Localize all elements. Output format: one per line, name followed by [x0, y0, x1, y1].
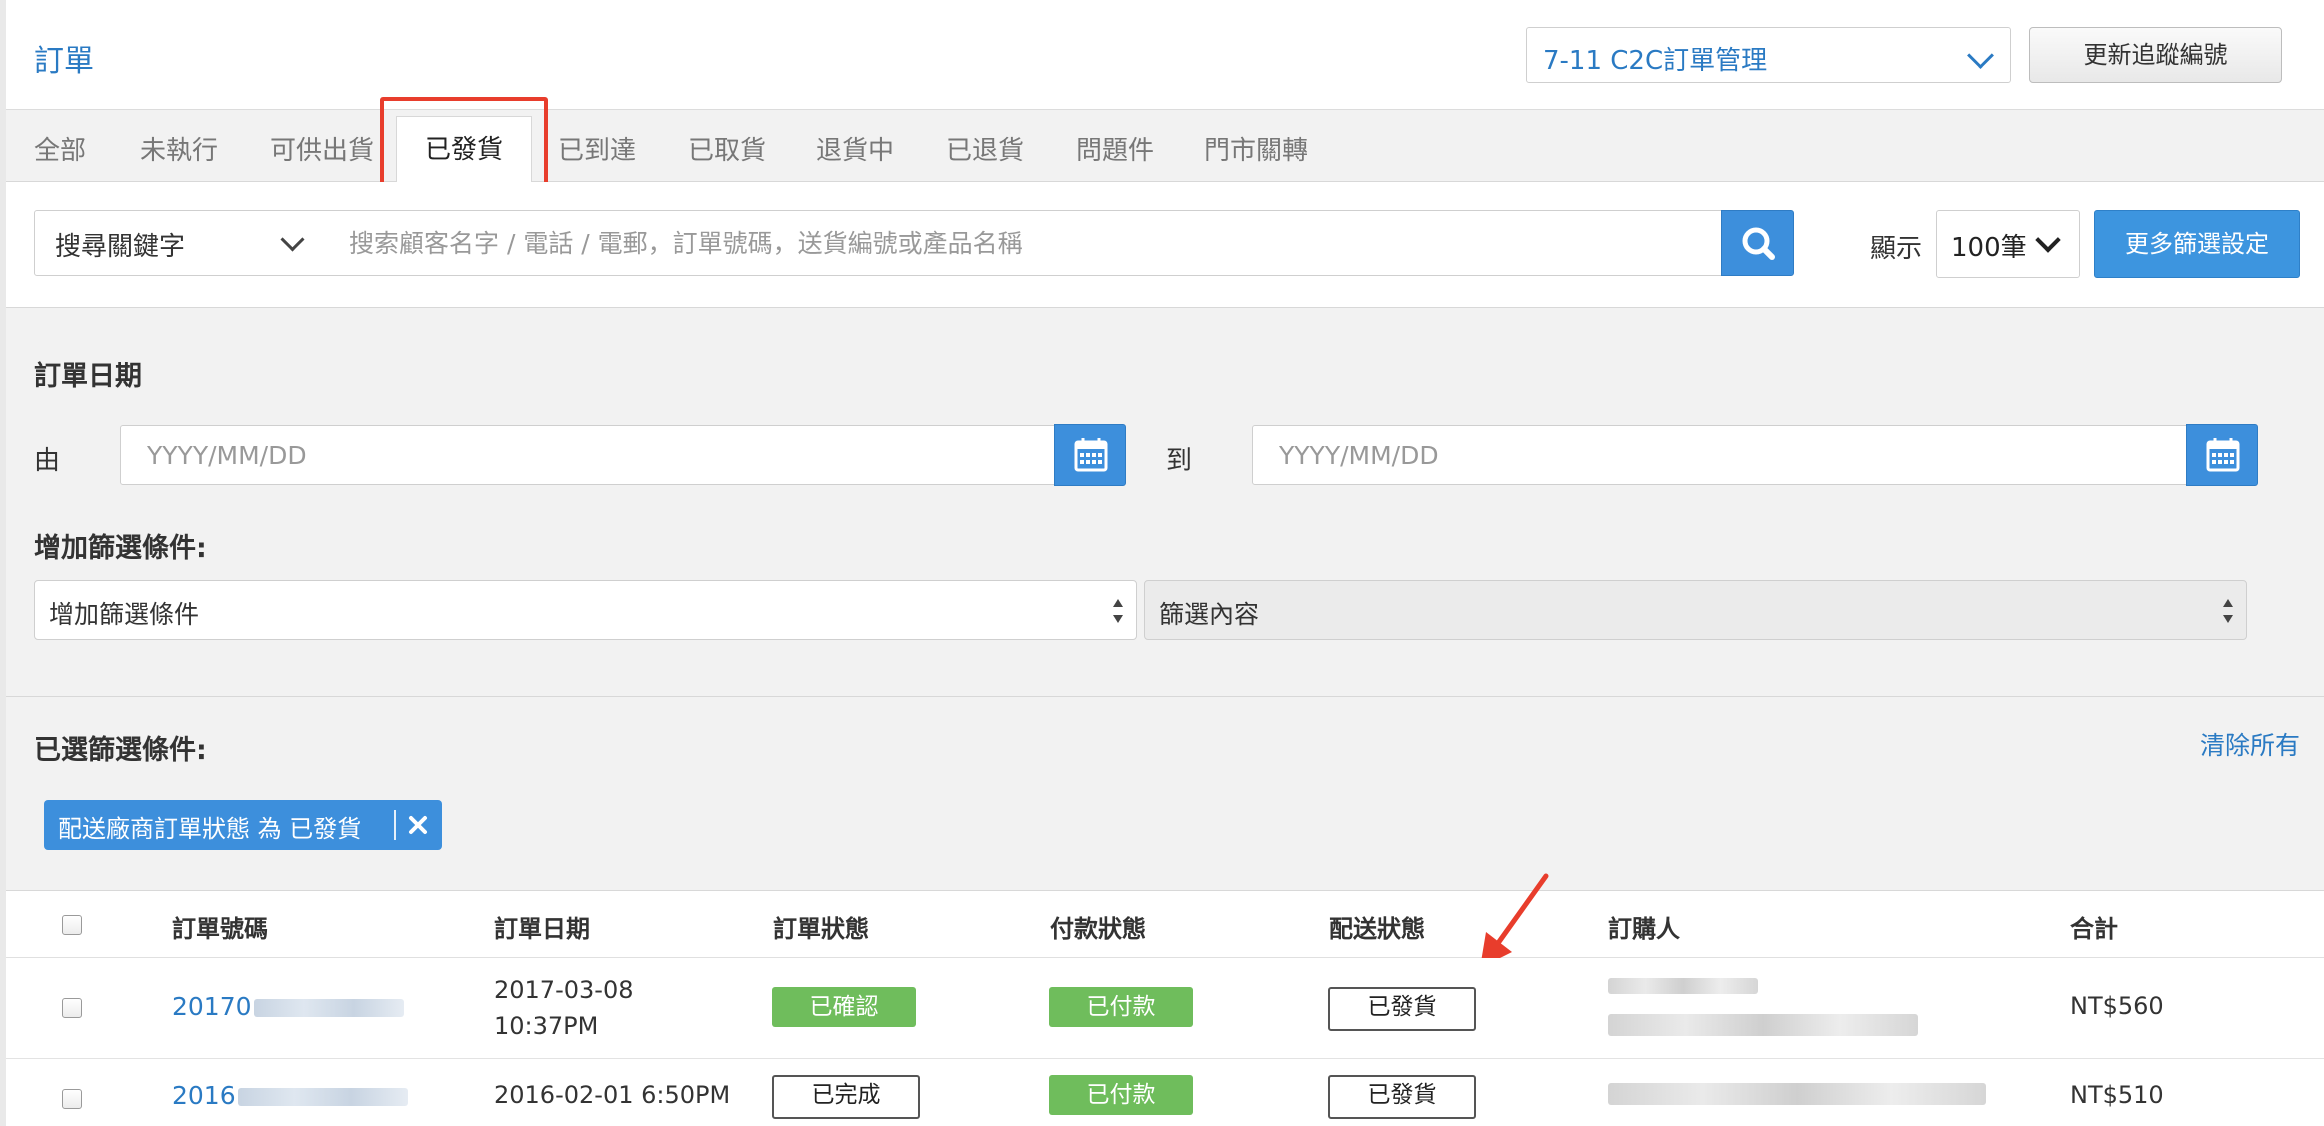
status-tabs: 全部 未執行 可供出貨 已發貨 已到達 已取貨 退貨中 已退貨 問題件 門市關轉	[6, 110, 2324, 184]
payment-status-badge: 已付款	[1049, 1075, 1193, 1115]
col-order-number[interactable]: 訂單號碼	[172, 909, 268, 944]
tab-problem[interactable]: 問題件	[1076, 130, 1154, 167]
delivery-status-badge: 已發貨	[1328, 1075, 1476, 1119]
order-number-link[interactable]: 20170	[172, 992, 404, 1021]
more-filters-button[interactable]: 更多篩選設定	[2094, 210, 2300, 278]
tab-arrived[interactable]: 已到達	[558, 130, 636, 167]
add-filter-select-value: 增加篩選條件	[49, 600, 200, 629]
redacted-order-number	[237, 1088, 408, 1106]
order-date-day: 2017-03-08	[494, 976, 634, 1004]
calendar-icon	[2206, 438, 2240, 472]
date-heading: 訂單日期	[34, 361, 142, 392]
order-date: 2017-03-08 10:37PM	[494, 972, 633, 1044]
order-date-time: 10:37PM	[494, 1012, 599, 1040]
search-icon	[1742, 227, 1775, 260]
to-date-input[interactable]	[1252, 425, 2187, 485]
to-calendar-button[interactable]	[2186, 424, 2258, 486]
close-icon[interactable]	[406, 813, 430, 837]
keyword-select-value: 搜尋關鍵字	[55, 232, 186, 262]
tab-ready-to-ship[interactable]: 可供出貨	[270, 130, 374, 167]
selected-filters-heading: 已選篩選條件:	[34, 735, 207, 766]
col-buyer[interactable]: 訂購人	[1608, 909, 1680, 944]
from-label: 由	[34, 446, 61, 476]
tab-picked-up[interactable]: 已取貨	[688, 130, 766, 167]
redacted-buyer-contact	[1608, 1083, 1986, 1105]
show-label: 顯示	[1870, 234, 1923, 264]
col-delivery-status[interactable]: 配送狀態	[1329, 909, 1425, 944]
table-header: 訂單號碼 訂單日期 訂單狀態 付款狀態 配送狀態 訂購人 合計	[6, 890, 2324, 958]
order-total: NT$510	[2070, 1081, 2164, 1109]
chevron-down-icon	[2035, 227, 2061, 253]
redacted-buyer-contact	[1608, 1014, 1918, 1036]
chevron-down-icon	[280, 227, 305, 252]
col-total[interactable]: 合計	[2070, 909, 2118, 944]
keyword-select[interactable]: 搜尋關鍵字	[34, 210, 322, 276]
select-all-checkbox[interactable]	[62, 915, 82, 935]
order-status-badge: 已確認	[772, 987, 916, 1027]
page-title: 訂單	[34, 44, 94, 79]
filter-content-select[interactable]: 篩選內容	[1144, 580, 2247, 640]
search-input[interactable]	[321, 210, 1722, 276]
chevron-down-icon	[1967, 42, 1994, 69]
redacted-buyer-name	[1608, 978, 1758, 994]
payment-status-badge: 已付款	[1049, 987, 1193, 1027]
update-tracking-button[interactable]: 更新追蹤編號	[2029, 27, 2282, 83]
per-page-value: 100筆	[1951, 233, 2027, 263]
add-filter-select[interactable]: 增加篩選條件	[34, 580, 1137, 640]
row-checkbox[interactable]	[62, 1089, 82, 1109]
calendar-icon	[1074, 438, 1108, 472]
section-divider	[6, 696, 2324, 697]
order-number-link[interactable]: 2016	[172, 1081, 408, 1110]
filter-chip-label: 配送廠商訂單狀態 為 已發貨	[58, 815, 362, 843]
delivery-status-badge: 已發貨	[1328, 987, 1476, 1031]
row-checkbox[interactable]	[62, 998, 82, 1018]
col-order-date[interactable]: 訂單日期	[494, 909, 590, 944]
tab-store-closure[interactable]: 門市關轉	[1204, 130, 1308, 167]
select-arrows-icon	[1112, 597, 1124, 625]
col-payment-status[interactable]: 付款狀態	[1050, 909, 1146, 944]
from-calendar-button[interactable]	[1054, 424, 1126, 486]
chip-separator	[394, 810, 396, 840]
order-number-prefix: 20170	[172, 992, 252, 1021]
tab-all[interactable]: 全部	[34, 130, 86, 167]
order-total: NT$560	[2070, 992, 2164, 1020]
order-date: 2016-02-01 6:50PM	[494, 1081, 731, 1109]
search-button[interactable]	[1721, 210, 1794, 276]
add-filter-heading: 增加篩選條件:	[34, 533, 207, 564]
tab-returning[interactable]: 退貨中	[816, 130, 894, 167]
col-order-status[interactable]: 訂單狀態	[773, 909, 869, 944]
order-status-badge: 已完成	[772, 1075, 920, 1119]
to-label: 到	[1166, 446, 1193, 476]
per-page-select[interactable]: 100筆	[1936, 210, 2080, 278]
filter-content-select-value: 篩選內容	[1159, 600, 1260, 629]
redacted-order-number	[253, 999, 404, 1017]
tab-not-executed[interactable]: 未執行	[140, 130, 218, 167]
store-select[interactable]: 7-11 C2C訂單管理	[1526, 27, 2011, 83]
store-select-value: 7-11 C2C訂單管理	[1543, 46, 1768, 76]
filter-chip: 配送廠商訂單狀態 為 已發貨	[44, 800, 442, 850]
clear-all-link[interactable]: 清除所有	[2200, 726, 2300, 762]
order-number-prefix: 2016	[172, 1081, 236, 1110]
table-row: 2016 2016-02-01 6:50PM 已完成 已付款 已發貨 NT$51…	[6, 1059, 2324, 1126]
select-arrows-icon	[2222, 597, 2234, 625]
from-date-input[interactable]	[120, 425, 1055, 485]
table-row: 20170 2017-03-08 10:37PM 已確認 已付款 已發貨 NT$…	[6, 958, 2324, 1059]
tab-returned[interactable]: 已退貨	[946, 130, 1024, 167]
